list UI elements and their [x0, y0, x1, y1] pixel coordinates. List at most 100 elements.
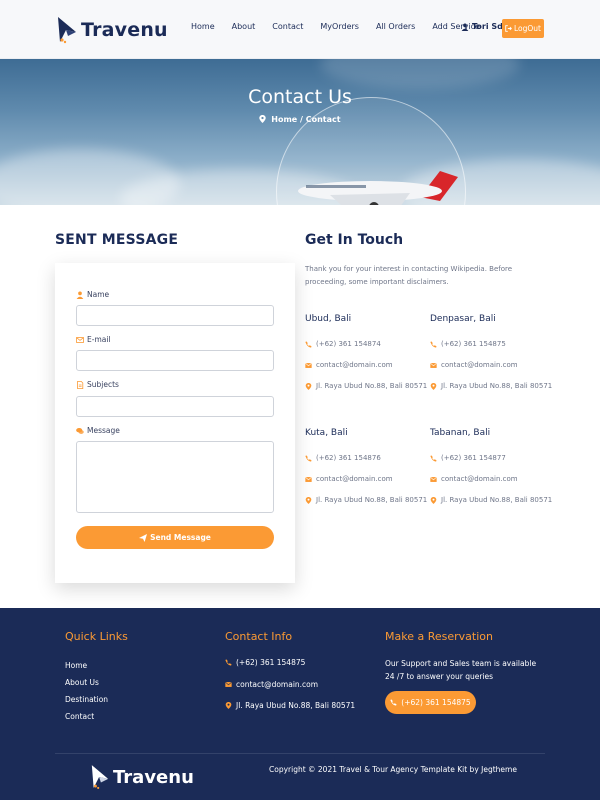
- copyright: Copyright © 2021 Travel & Tour Agency Te…: [269, 765, 517, 774]
- nav-home[interactable]: Home: [191, 22, 215, 31]
- phone-icon: [430, 340, 437, 348]
- nav-all-orders[interactable]: All Orders: [376, 22, 415, 31]
- location-email[interactable]: contact@domain.com: [305, 475, 393, 483]
- location-address-text: Jl. Raya Ubud No.88, Bali 80571: [441, 382, 553, 390]
- location-address: Jl. Raya Ubud No.88, Bali 80571: [305, 382, 427, 390]
- location-name: Kuta, Bali: [305, 428, 348, 438]
- phone-icon: [225, 659, 232, 666]
- contact-form: Name E-mail Subjects Message Send Messag…: [55, 263, 295, 583]
- quick-links-title: Quick Links: [65, 630, 128, 643]
- location-phone[interactable]: (+62) 361 154875: [430, 340, 506, 348]
- footer-link-home[interactable]: Home: [65, 661, 87, 670]
- subjects-field[interactable]: [76, 396, 274, 417]
- main-nav: Home About Contact MyOrders All Orders A…: [191, 22, 497, 31]
- phone-icon: [305, 340, 312, 348]
- comments-icon: [76, 427, 84, 434]
- email-label: E-mail: [76, 335, 111, 344]
- location-address-text: Jl. Raya Ubud No.88, Bali 80571: [316, 496, 428, 504]
- touch-title: Get In Touch: [305, 232, 404, 248]
- name-label-text: Name: [87, 290, 110, 299]
- location-address: Jl. Raya Ubud No.88, Bali 80571: [430, 382, 552, 390]
- logout-button[interactable]: LogOut: [502, 19, 544, 38]
- nav-about[interactable]: About: [232, 22, 256, 31]
- location-name: Tabanan, Bali: [430, 428, 491, 438]
- footer-email-text: contact@domain.com: [236, 680, 319, 689]
- envelope-icon: [430, 362, 437, 368]
- user-icon: [76, 291, 84, 299]
- reservation-text: Our Support and Sales team is available …: [385, 659, 537, 681]
- location-phone[interactable]: (+62) 361 154876: [305, 454, 381, 462]
- location-email-text: contact@domain.com: [441, 475, 518, 483]
- breadcrumb: Home / Contact: [0, 115, 600, 124]
- location-phone-text: (+62) 361 154877: [441, 454, 506, 462]
- form-title: SENT MESSAGE: [55, 232, 179, 248]
- location-phone[interactable]: (+62) 361 154874: [305, 340, 381, 348]
- location-phone-text: (+62) 361 154875: [441, 340, 506, 348]
- message-label: Message: [76, 426, 120, 435]
- footer-email[interactable]: contact@domain.com: [225, 680, 318, 689]
- site-header: Travenu Home About Contact MyOrders All …: [0, 0, 600, 59]
- footer-address: Jl. Raya Ubud No.88, Bali 80571: [225, 701, 355, 710]
- location-email[interactable]: contact@domain.com: [305, 361, 393, 369]
- nav-my-orders[interactable]: MyOrders: [320, 22, 359, 31]
- map-marker-icon: [259, 115, 267, 123]
- location-email[interactable]: contact@domain.com: [430, 361, 518, 369]
- logo[interactable]: Travenu: [56, 16, 168, 44]
- name-label: Name: [76, 290, 109, 299]
- reservation-phone-text: (+62) 361 154875: [401, 698, 471, 707]
- map-marker-icon: [225, 702, 232, 709]
- subjects-label-text: Subjects: [87, 380, 119, 389]
- envelope-icon: [305, 362, 312, 368]
- location-email[interactable]: contact@domain.com: [430, 475, 518, 483]
- location-address-text: Jl. Raya Ubud No.88, Bali 80571: [441, 496, 553, 504]
- map-marker-icon: [305, 382, 312, 390]
- footer-phone[interactable]: (+62) 361 154875: [225, 658, 305, 667]
- message-field[interactable]: [76, 441, 274, 513]
- sign-out-icon: [505, 25, 512, 32]
- email-field[interactable]: [76, 350, 274, 371]
- envelope-icon: [76, 336, 84, 343]
- footer-link-destination[interactable]: Destination: [65, 695, 108, 704]
- logout-label: LogOut: [514, 24, 541, 33]
- user-menu[interactable]: Tori Sd: [461, 22, 503, 31]
- email-label-text: E-mail: [87, 335, 111, 344]
- name-field[interactable]: [76, 305, 274, 326]
- site-footer: Quick Links Home About Us Destination Co…: [0, 608, 600, 800]
- user-name: Tori Sd: [472, 22, 503, 31]
- nav-contact[interactable]: Contact: [272, 22, 303, 31]
- location-phone-text: (+62) 361 154874: [316, 340, 381, 348]
- map-marker-icon: [430, 496, 437, 504]
- phone-icon: [430, 454, 437, 462]
- location-phone[interactable]: (+62) 361 154877: [430, 454, 506, 462]
- footer-phone-text: (+62) 361 154875: [236, 658, 306, 667]
- file-icon: [77, 380, 84, 389]
- phone-icon: [305, 454, 312, 462]
- map-marker-icon: [430, 382, 437, 390]
- location-phone-text: (+62) 361 154876: [316, 454, 381, 462]
- envelope-icon: [225, 681, 232, 687]
- send-message-button[interactable]: Send Message: [76, 526, 274, 549]
- subjects-label: Subjects: [76, 380, 119, 389]
- footer-link-contact[interactable]: Contact: [65, 712, 94, 721]
- footer-link-about[interactable]: About Us: [65, 678, 99, 687]
- message-label-text: Message: [87, 426, 120, 435]
- envelope-icon: [305, 476, 312, 482]
- location-email-text: contact@domain.com: [441, 361, 518, 369]
- location-email-text: contact@domain.com: [316, 475, 393, 483]
- reservation-title: Make a Reservation: [385, 630, 493, 643]
- map-marker-icon: [305, 496, 312, 504]
- location-address-text: Jl. Raya Ubud No.88, Bali 80571: [316, 382, 428, 390]
- touch-intro: Thank you for your interest in contactin…: [305, 265, 513, 286]
- paper-plane-logo-icon: [58, 17, 76, 44]
- page-title: Contact Us: [248, 86, 352, 108]
- location-email-text: contact@domain.com: [316, 361, 393, 369]
- logo-text: Travenu: [81, 19, 168, 41]
- location-address: Jl. Raya Ubud No.88, Bali 80571: [430, 496, 552, 504]
- user-icon: [461, 23, 469, 31]
- footer-logo[interactable]: Travenu: [90, 764, 194, 790]
- reservation-phone-button[interactable]: (+62) 361 154875: [385, 691, 476, 714]
- breadcrumb-text[interactable]: Home / Contact: [271, 115, 340, 124]
- airplane-image: [298, 171, 458, 205]
- hero-banner: Contact Us Home / Contact: [0, 59, 600, 205]
- location-name: Denpasar, Bali: [430, 314, 496, 324]
